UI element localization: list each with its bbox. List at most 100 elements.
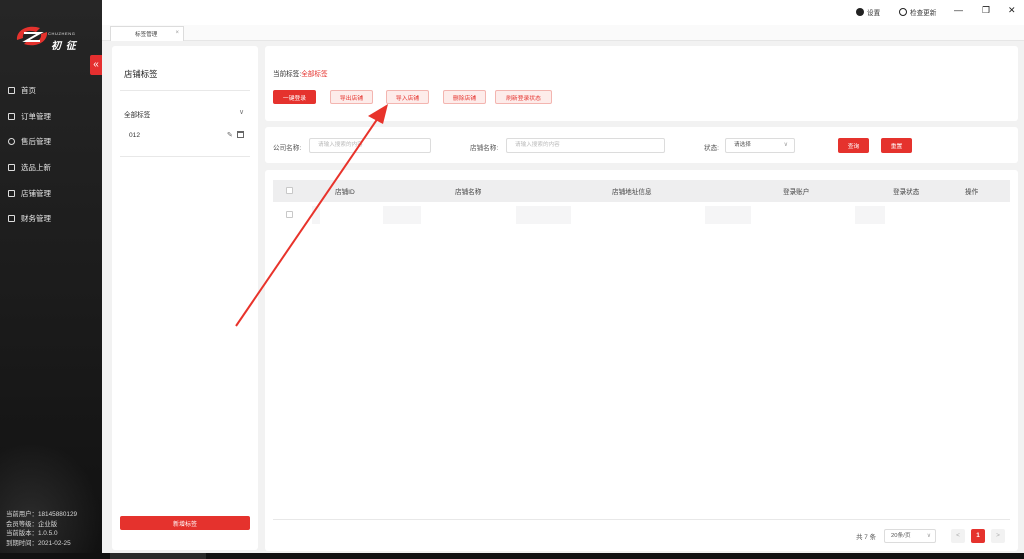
column-header: 登录状态: [893, 189, 920, 196]
settings-button[interactable]: 设置: [856, 7, 880, 17]
tab-label: 标签管理: [135, 32, 158, 38]
sidebar-item-product-select[interactable]: 选品上新: [0, 155, 102, 181]
sidebar-item-after-sales[interactable]: 售后管理: [0, 129, 102, 155]
pagination-total: 共 7 条: [856, 533, 876, 541]
shop-name-label: 店铺名称:: [470, 145, 499, 152]
next-page-button[interactable]: >: [991, 529, 1005, 543]
minimize-button[interactable]: —: [954, 5, 963, 15]
sidebar-nav: 首页 订单管理 售后管理 选品上新 店铺管理 财务管理: [0, 78, 102, 232]
sidebar-item-label: 财务管理: [21, 214, 51, 224]
filter-panel: 公司名称: 请输入搜索的内容 店铺名称: 请输入搜索的内容 状态: 请选择 ∨ …: [265, 127, 1018, 163]
sidebar-item-label: 首页: [21, 86, 36, 96]
table-header: 店铺ID 店铺名称 店铺地址信息 登录账户 登录状态 操作: [273, 180, 1010, 202]
search-button[interactable]: 查询: [838, 138, 869, 153]
settings-label: 设置: [867, 10, 881, 17]
current-label-prefix: 当前标签:: [273, 71, 302, 78]
delete-icon[interactable]: [237, 131, 244, 138]
tab-strip: 标签管理 ×: [102, 25, 1024, 41]
company-name-label: 公司名称:: [273, 145, 302, 152]
sidebar-item-shops[interactable]: 店铺管理: [0, 180, 102, 206]
sidebar: CHUZHENG 初 征 « 首页 订单管理 售后管理 选品上新 店铺管理 财务…: [0, 0, 102, 559]
close-button[interactable]: ✕: [1008, 5, 1016, 16]
user-info-user: 当前用户：18145880129: [6, 511, 78, 518]
status-label: 状态:: [704, 145, 720, 152]
page-number-button[interactable]: 1: [971, 529, 985, 543]
row-placeholder: [516, 206, 571, 224]
page-size-value: 20条/页: [891, 533, 911, 539]
row-placeholder: [312, 206, 320, 224]
column-header: 登录账户: [783, 189, 810, 196]
row-checkbox[interactable]: [286, 211, 293, 218]
brand-logo: CHUZHENG 初 征: [14, 22, 86, 52]
status-select[interactable]: 请选择 ∨: [725, 138, 795, 153]
action-panel: 当前标签:全部标签 一键登录 导出店铺 导入店铺 删除店铺 刷新登录状态: [265, 46, 1018, 121]
row-placeholder: [855, 206, 885, 224]
restore-button[interactable]: ❐: [982, 5, 990, 16]
divider: [120, 156, 250, 157]
refresh-login-status-button[interactable]: 刷新登录状态: [495, 90, 552, 104]
company-name-input[interactable]: 请输入搜索的内容: [309, 138, 431, 153]
user-info-level: 会员等级：企业版: [6, 520, 58, 528]
current-label-value: 全部标签: [301, 71, 328, 78]
export-shops-button[interactable]: 导出店铺: [330, 90, 373, 104]
select-all-checkbox[interactable]: [286, 187, 293, 194]
prev-page-button[interactable]: <: [951, 529, 965, 543]
panel-title: 店铺标签: [124, 69, 158, 79]
user-info-version: 当前版本：1.0.5.0: [6, 530, 58, 538]
status-select-value: 请选择: [734, 142, 751, 148]
finance-icon: [8, 215, 15, 223]
sidebar-item-home[interactable]: 首页: [0, 78, 102, 104]
add-label-button[interactable]: 新增标签: [120, 516, 250, 530]
reset-button[interactable]: 重置: [881, 138, 912, 153]
edit-icon[interactable]: ✎: [227, 131, 233, 139]
current-label: 当前标签:全部标签: [273, 68, 328, 78]
chevron-down-icon: ∨: [926, 533, 931, 539]
user-info-expiry: 到期时间：2021-02-25: [6, 539, 71, 547]
check-update-label: 检查更新: [910, 10, 937, 17]
table-row[interactable]: [273, 206, 1010, 226]
import-shops-button[interactable]: 导入店铺: [386, 90, 429, 104]
shop-label-panel: 店铺标签 全部标签 ∨ 012 ✎ 新增标签: [112, 46, 258, 550]
tab-label-management[interactable]: 标签管理 ×: [110, 26, 184, 41]
logo-mark-icon: [16, 26, 48, 46]
sidebar-collapse-button[interactable]: «: [90, 55, 102, 75]
after-sales-icon: [8, 138, 15, 146]
order-icon: [8, 112, 15, 120]
taskbar: [0, 553, 1024, 559]
refresh-icon: [899, 8, 907, 16]
shop-icon: [8, 189, 15, 197]
product-select-icon: [8, 164, 15, 172]
sidebar-item-orders[interactable]: 订单管理: [0, 104, 102, 130]
label-item[interactable]: 012: [129, 132, 140, 139]
sidebar-item-label: 订单管理: [21, 111, 51, 121]
home-icon: [8, 87, 15, 95]
sidebar-item-label: 选品上新: [21, 163, 51, 173]
row-placeholder: [705, 206, 751, 224]
column-header: 操作: [965, 189, 979, 196]
check-update-button[interactable]: 检查更新: [899, 7, 936, 17]
user-info: 当前用户：18145880129 会员等级：企业版 当前版本：1.0.5.0 到…: [6, 510, 77, 548]
divider: [273, 519, 1010, 520]
tab-close-icon[interactable]: ×: [175, 30, 179, 36]
brand-name: 初 征: [51, 41, 77, 52]
brand-small-text: CHUZHENG: [48, 31, 76, 36]
page-size-select[interactable]: 20条/页 ∨: [884, 529, 936, 543]
shop-name-input[interactable]: 请输入搜索的内容: [506, 138, 665, 153]
divider: [120, 90, 250, 91]
sidebar-item-label: 售后管理: [21, 137, 51, 147]
row-placeholder: [383, 206, 421, 224]
one-click-login-button[interactable]: 一键登录: [273, 90, 316, 104]
delete-shops-button[interactable]: 删除店铺: [443, 90, 486, 104]
column-header: 店铺名称: [455, 189, 482, 196]
all-labels-item[interactable]: 全部标签: [124, 109, 150, 119]
column-header: 店铺地址信息: [612, 189, 652, 196]
sidebar-item-finance[interactable]: 财务管理: [0, 206, 102, 232]
taskbar-segment: [110, 553, 206, 559]
chevron-down-icon[interactable]: ∨: [239, 108, 244, 116]
column-header: 店铺ID: [335, 189, 355, 196]
chevron-down-icon: ∨: [783, 142, 788, 148]
sidebar-item-label: 店铺管理: [21, 188, 51, 198]
gear-icon: [856, 8, 864, 16]
shop-table-panel: 店铺ID 店铺名称 店铺地址信息 登录账户 登录状态 操作 共 7 条 20条/…: [265, 170, 1018, 551]
top-bar: 设置 检查更新 — ❐ ✕: [102, 0, 1024, 25]
